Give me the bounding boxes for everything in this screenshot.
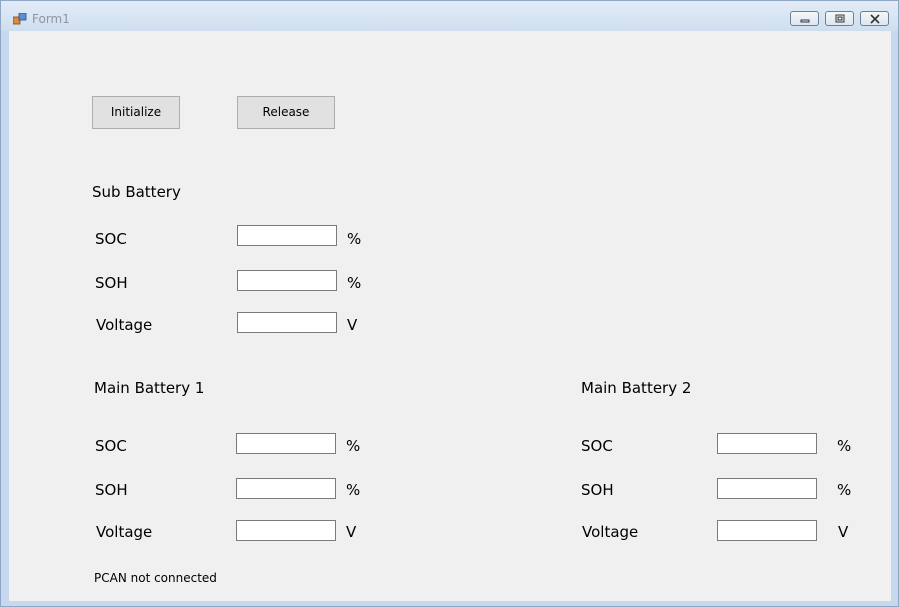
- sub-soh-field[interactable]: [237, 270, 337, 291]
- connection-status-label: PCAN not connected: [94, 571, 217, 585]
- close-icon: [870, 14, 880, 24]
- mb2-soh-label: SOH: [581, 481, 614, 499]
- sub-soc-unit: %: [347, 230, 362, 248]
- window-title: Form1: [32, 12, 70, 26]
- mb2-voltage-label: Voltage: [582, 523, 639, 541]
- mb2-soc-field[interactable]: [717, 433, 817, 454]
- sub-soc-label: SOC: [95, 230, 127, 248]
- mb1-voltage-label: Voltage: [96, 523, 153, 541]
- sub-voltage-unit: V: [347, 316, 358, 334]
- release-button[interactable]: Release: [237, 96, 335, 129]
- close-button[interactable]: [860, 11, 889, 26]
- initialize-button[interactable]: Initialize: [92, 96, 180, 129]
- mb1-soc-label: SOC: [95, 437, 127, 455]
- maximize-button[interactable]: [825, 11, 854, 26]
- mb2-soh-field[interactable]: [717, 478, 817, 499]
- mb1-soh-label: SOH: [95, 481, 128, 499]
- mb2-soc-label: SOC: [581, 437, 613, 455]
- sub-voltage-field[interactable]: [237, 312, 337, 333]
- minimize-button[interactable]: [790, 11, 819, 26]
- mb1-voltage-field[interactable]: [236, 520, 336, 541]
- mb1-soc-field[interactable]: [236, 433, 336, 454]
- mb1-soh-unit: %: [346, 481, 361, 499]
- mb2-voltage-field[interactable]: [717, 520, 817, 541]
- minimize-icon: [800, 19, 810, 23]
- sub-battery-title: Sub Battery: [92, 183, 181, 201]
- sub-soh-unit: %: [347, 274, 362, 292]
- mb2-soc-unit: %: [837, 437, 852, 455]
- app-icon: [13, 13, 27, 25]
- mb2-soh-unit: %: [837, 481, 852, 499]
- sub-soh-label: SOH: [95, 274, 128, 292]
- mb1-voltage-unit: V: [346, 523, 357, 541]
- sub-soc-field[interactable]: [237, 225, 337, 246]
- main-battery-1-title: Main Battery 1: [94, 379, 205, 397]
- main-window: Form1 Initialize Release Sub Battery SOC…: [0, 0, 899, 607]
- maximize-icon: [835, 14, 845, 23]
- mb1-soh-field[interactable]: [236, 478, 336, 499]
- title-bar[interactable]: Form1: [1, 1, 898, 31]
- form-client-area: Initialize Release Sub Battery SOC % SOH…: [9, 31, 891, 601]
- main-battery-2-title: Main Battery 2: [581, 379, 692, 397]
- mb2-voltage-unit: V: [838, 523, 849, 541]
- mb1-soc-unit: %: [346, 437, 361, 455]
- sub-voltage-label: Voltage: [96, 316, 153, 334]
